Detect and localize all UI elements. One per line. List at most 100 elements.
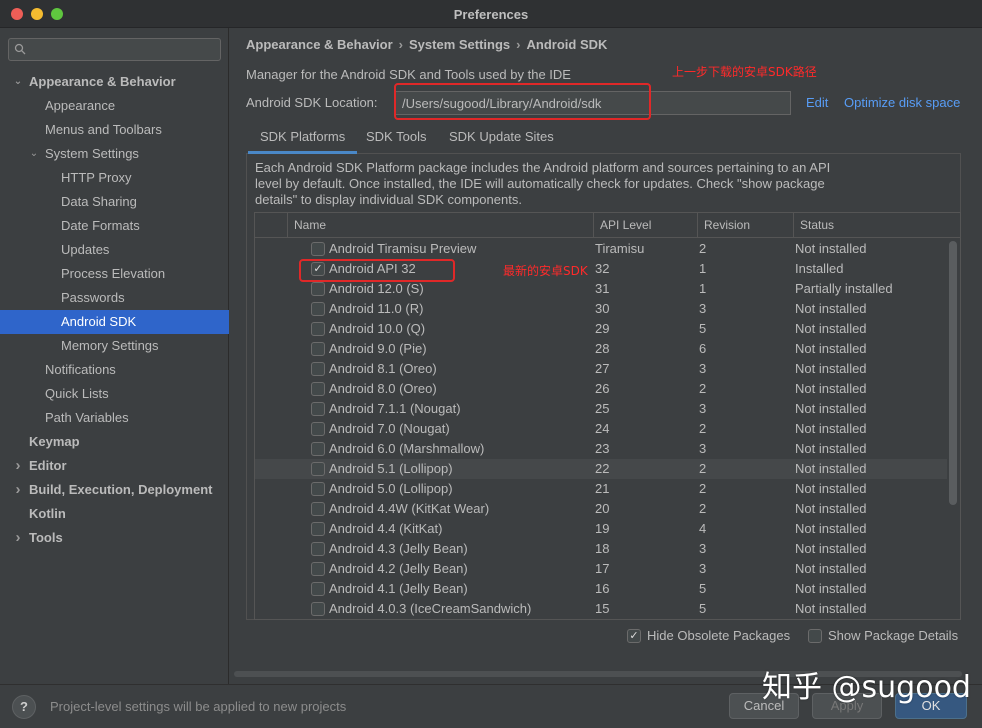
table-row[interactable]: Android Tiramisu Preview Tiramisu 2 Not ins… bbox=[255, 239, 947, 259]
sidebar-item[interactable]: Passwords bbox=[0, 286, 229, 310]
cell-rev: 1 bbox=[699, 281, 707, 296]
column-header-api-level[interactable]: API Level bbox=[593, 213, 697, 238]
sidebar-item-label: Updates bbox=[61, 242, 110, 257]
table-header: Name API Level Revision Status bbox=[255, 213, 960, 238]
show-details-option[interactable]: Show Package Details bbox=[808, 628, 958, 644]
sidebar-item-label: Tools bbox=[29, 530, 63, 545]
sidebar-item[interactable]: › Build, Execution, Deployment bbox=[0, 478, 229, 502]
table-row[interactable]: Android 4.0.3 (IceCreamSandwich) 15 5 Not i… bbox=[255, 599, 947, 619]
sidebar-item[interactable]: Process Elevation bbox=[0, 262, 229, 286]
row-checkbox[interactable] bbox=[311, 422, 325, 436]
annotation-box-api bbox=[299, 259, 455, 282]
row-checkbox[interactable] bbox=[311, 502, 325, 516]
table-row[interactable]: Android 5.0 (Lollipop) 21 2 Not installed bbox=[255, 479, 947, 499]
row-checkbox[interactable] bbox=[311, 362, 325, 376]
chevron-right-icon[interactable]: › bbox=[12, 454, 24, 478]
table-row[interactable]: Android 6.0 (Marshmallow) 23 3 Not installe… bbox=[255, 439, 947, 459]
column-header-status[interactable]: Status bbox=[793, 213, 960, 238]
cell-status: Not installed bbox=[795, 421, 867, 436]
sidebar-item[interactable]: Quick Lists bbox=[0, 382, 229, 406]
sidebar-item[interactable]: Keymap bbox=[0, 430, 229, 454]
row-checkbox[interactable] bbox=[311, 462, 325, 476]
show-details-checkbox[interactable] bbox=[808, 629, 822, 643]
tab-sdk-update-sites[interactable]: SDK Update Sites bbox=[437, 124, 566, 154]
sidebar-item[interactable]: ⌄ System Settings bbox=[0, 142, 229, 166]
search-input[interactable] bbox=[35, 41, 215, 58]
column-header-revision[interactable]: Revision bbox=[697, 213, 793, 238]
table-row[interactable]: Android 4.1 (Jelly Bean) 16 5 Not installed bbox=[255, 579, 947, 599]
sidebar-item[interactable]: › Tools bbox=[0, 526, 229, 550]
row-checkbox[interactable] bbox=[311, 342, 325, 356]
table-row[interactable]: Android 4.4W (KitKat Wear) 20 2 Not install… bbox=[255, 499, 947, 519]
cell-status: Not installed bbox=[795, 341, 867, 356]
sidebar-item[interactable]: ⌄ Appearance & Behavior bbox=[0, 70, 229, 94]
sidebar-item-label: Notifications bbox=[45, 362, 116, 377]
table-row[interactable]: Android 4.3 (Jelly Bean) 18 3 Not installed bbox=[255, 539, 947, 559]
table-row[interactable]: Android 4.2 (Jelly Bean) 17 3 Not installed bbox=[255, 559, 947, 579]
search-box[interactable] bbox=[8, 38, 221, 61]
sidebar-item[interactable]: Updates bbox=[0, 238, 229, 262]
row-checkbox[interactable] bbox=[311, 242, 325, 256]
row-checkbox[interactable] bbox=[311, 582, 325, 596]
row-checkbox[interactable] bbox=[311, 322, 325, 336]
table-row[interactable]: Android 11.0 (R) 30 3 Not installed bbox=[255, 299, 947, 319]
row-checkbox[interactable] bbox=[311, 302, 325, 316]
chevron-right-icon[interactable]: › bbox=[12, 478, 24, 502]
table-row[interactable]: Android 5.1 (Lollipop) 22 2 Not installed bbox=[255, 459, 947, 479]
row-checkbox[interactable] bbox=[311, 542, 325, 556]
tab-sdk-platforms[interactable]: SDK Platforms bbox=[248, 124, 358, 154]
sidebar-item[interactable]: › Editor bbox=[0, 454, 229, 478]
cell-status: Partially installed bbox=[795, 281, 893, 296]
window-title: Preferences bbox=[453, 7, 529, 22]
table-row[interactable]: Android 9.0 (Pie) 28 6 Not installed bbox=[255, 339, 947, 359]
sidebar-item[interactable]: Kotlin bbox=[0, 502, 229, 526]
chevron-right-icon: › bbox=[516, 37, 521, 52]
sidebar-item[interactable]: Menus and Toolbars bbox=[0, 118, 229, 142]
cell-api: 23 bbox=[595, 441, 610, 456]
table-row[interactable]: Android 8.1 (Oreo) 27 3 Not installed bbox=[255, 359, 947, 379]
table-scrollbar[interactable] bbox=[949, 241, 957, 505]
sidebar-item[interactable]: Notifications bbox=[0, 358, 229, 382]
optimize-disk-space-link[interactable]: Optimize disk space bbox=[844, 95, 960, 110]
sidebar-item[interactable]: Android SDK bbox=[0, 310, 229, 334]
chevron-down-icon[interactable]: ⌄ bbox=[28, 142, 40, 166]
cell-rev: 5 bbox=[699, 321, 707, 336]
table-row[interactable]: Android 7.1.1 (Nougat) 25 3 Not installed bbox=[255, 399, 947, 419]
row-checkbox[interactable] bbox=[311, 602, 325, 616]
sidebar-item[interactable]: Date Formats bbox=[0, 214, 229, 238]
chevron-right-icon[interactable]: › bbox=[12, 526, 24, 550]
sidebar-item[interactable]: Data Sharing bbox=[0, 190, 229, 214]
help-icon[interactable]: ? bbox=[12, 695, 36, 719]
row-checkbox[interactable] bbox=[311, 442, 325, 456]
table-row[interactable]: Android 8.0 (Oreo) 26 2 Not installed bbox=[255, 379, 947, 399]
tab-sdk-tools[interactable]: SDK Tools bbox=[354, 124, 438, 154]
sidebar-item[interactable]: Appearance bbox=[0, 94, 229, 118]
hide-obsolete-checkbox[interactable]: ✓ bbox=[627, 629, 641, 643]
sidebar-item[interactable]: HTTP Proxy bbox=[0, 166, 229, 190]
edit-link[interactable]: Edit bbox=[806, 95, 828, 110]
row-checkbox[interactable] bbox=[311, 522, 325, 536]
row-checkbox[interactable] bbox=[311, 482, 325, 496]
cell-api: 29 bbox=[595, 321, 610, 336]
row-checkbox[interactable] bbox=[311, 562, 325, 576]
table-row[interactable]: Android 4.4 (KitKat) 19 4 Not installed bbox=[255, 519, 947, 539]
sidebar-item[interactable]: Path Variables bbox=[0, 406, 229, 430]
table-row[interactable]: Android 7.0 (Nougat) 24 2 Not installed bbox=[255, 419, 947, 439]
breadcrumb-item[interactable]: System Settings bbox=[409, 37, 510, 52]
breadcrumb-item[interactable]: Appearance & Behavior bbox=[246, 37, 393, 52]
cell-status: Not installed bbox=[795, 541, 867, 556]
row-checkbox[interactable] bbox=[311, 282, 325, 296]
table-row[interactable]: Android 12.0 (S) 31 1 Partially installed bbox=[255, 279, 947, 299]
annotation-box-path bbox=[394, 83, 651, 120]
row-checkbox[interactable] bbox=[311, 382, 325, 396]
cell-name: Android 8.0 (Oreo) bbox=[329, 381, 437, 396]
sidebar-item[interactable]: Memory Settings bbox=[0, 334, 229, 358]
column-header-name[interactable]: Name bbox=[287, 213, 593, 238]
table-row[interactable]: Android 10.0 (Q) 29 5 Not installed bbox=[255, 319, 947, 339]
hide-obsolete-option[interactable]: ✓ Hide Obsolete Packages bbox=[627, 628, 790, 644]
cell-status: Not installed bbox=[795, 561, 867, 576]
chevron-down-icon[interactable]: ⌄ bbox=[12, 70, 24, 94]
cell-api: 22 bbox=[595, 461, 610, 476]
sidebar-item-label: Editor bbox=[29, 458, 67, 473]
row-checkbox[interactable] bbox=[311, 402, 325, 416]
